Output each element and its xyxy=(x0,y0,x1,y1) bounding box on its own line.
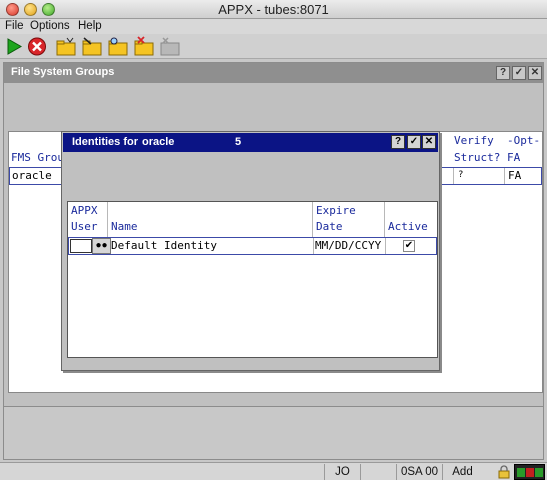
menu-help[interactable]: Help xyxy=(78,20,102,32)
folder-edit-icon[interactable] xyxy=(81,36,103,57)
folder-delete-icon[interactable] xyxy=(133,36,155,57)
status-mode: Add xyxy=(442,464,482,480)
status-user: JO xyxy=(324,464,360,480)
dialog-help-button[interactable]: ? xyxy=(391,135,405,149)
status-bar: JO 0SA 00 Add xyxy=(0,462,547,480)
dialog-title-bar: Identities for oracle 5 ? ✓ ✕ xyxy=(63,133,438,152)
expire-label-line1: Expire xyxy=(316,204,356,217)
identities-grid: APPX User Name Expire Date Active ●● Def… xyxy=(67,201,438,358)
window-title: APPX - tubes:8071 xyxy=(218,2,329,17)
table-row[interactable]: ●● Default Identity MM/DD/CCYY ✔ xyxy=(68,237,437,255)
opt-label-line1: -Opt- xyxy=(507,134,541,147)
column-header-active: Active xyxy=(385,202,437,237)
verify-label-line2: Struct? xyxy=(454,151,501,164)
lower-panel xyxy=(3,407,544,460)
column-header-expire-date: Expire Date xyxy=(313,202,385,237)
dialog-cancel-button[interactable]: ✕ xyxy=(422,135,436,149)
folder-search-icon[interactable] xyxy=(107,36,129,57)
active-label: Active xyxy=(388,220,428,233)
light-3-icon xyxy=(535,468,543,477)
column-header-verify: Verify Struct? xyxy=(454,132,500,166)
panel-title: File System Groups xyxy=(11,66,115,78)
menu-bar: File Options Help xyxy=(0,19,547,34)
expire-date-cell[interactable]: MM/DD/CCYY xyxy=(315,239,381,252)
binoculars-icon[interactable]: ●● xyxy=(92,238,111,254)
dialog-title-name: oracle xyxy=(142,136,175,148)
opt-label-line2: FA xyxy=(507,151,521,164)
dialog-title-count: 5 xyxy=(235,136,242,148)
run-icon[interactable] xyxy=(3,36,25,57)
cancel-button[interactable]: ✕ xyxy=(528,66,542,80)
column-header-fms-group: FMS Grou xyxy=(11,151,64,164)
active-checkbox[interactable]: ✔ xyxy=(403,240,415,252)
name-label: Name xyxy=(111,220,138,233)
light-1-icon xyxy=(517,468,525,477)
toolbar xyxy=(0,34,547,59)
lock-icon xyxy=(498,465,510,479)
column-header-name: Name xyxy=(108,202,313,237)
help-button[interactable]: ? xyxy=(496,66,510,80)
verify-label-line1: Verify xyxy=(454,134,494,147)
column-header-appx-user: APPX User xyxy=(68,202,108,237)
expire-label-line2: Date xyxy=(316,220,343,233)
dialog-title-prefix: Identities for xyxy=(72,136,139,148)
activity-lights xyxy=(514,464,545,480)
column-header-opt: -Opt- FA xyxy=(507,132,540,166)
verify-cell[interactable]: ? xyxy=(458,170,463,180)
appx-user-field[interactable] xyxy=(70,239,92,253)
appx-user-label-line1: APPX xyxy=(71,204,98,217)
identities-dialog: Identities for oracle 5 ? ✓ ✕ APPX User … xyxy=(61,131,440,371)
status-app: 0SA 00 xyxy=(396,464,442,480)
fms-group-cell[interactable]: oracle xyxy=(12,169,52,182)
appx-user-label-line2: User xyxy=(71,220,98,233)
light-2-icon xyxy=(526,468,534,477)
window-title-bar: APPX - tubes:8071 xyxy=(0,0,547,19)
menu-file[interactable]: File xyxy=(5,20,24,32)
ok-button[interactable]: ✓ xyxy=(512,66,526,80)
disabled-folder-icon xyxy=(160,37,180,56)
menu-options[interactable]: Options xyxy=(30,20,70,32)
opt-cell[interactable]: FA xyxy=(508,169,521,182)
dialog-ok-button[interactable]: ✓ xyxy=(407,135,421,149)
status-blank xyxy=(360,464,396,480)
stop-icon[interactable] xyxy=(26,36,48,57)
folder-open-icon[interactable] xyxy=(55,36,77,57)
panel-header: File System Groups ? ✓ ✕ xyxy=(4,63,543,83)
identity-name-cell[interactable]: Default Identity xyxy=(111,239,217,252)
